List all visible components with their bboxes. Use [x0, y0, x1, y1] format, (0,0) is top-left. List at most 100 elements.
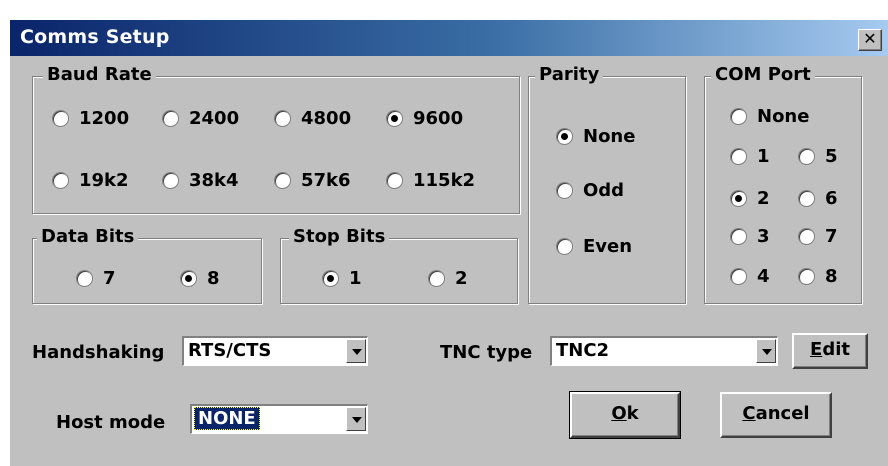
radio-icon — [556, 238, 573, 255]
radio-icon — [428, 270, 445, 287]
tnc-type-label: TNC type — [440, 342, 533, 363]
radio-label: None — [583, 126, 636, 147]
radio-label: 2400 — [189, 108, 240, 129]
baud-2400-radio[interactable]: 2400 — [162, 108, 239, 129]
baud-115k2-radio[interactable]: 115k2 — [386, 170, 475, 191]
radio-icon — [52, 110, 69, 127]
radio-icon — [386, 110, 403, 127]
com-6-radio[interactable]: 6 — [798, 188, 838, 209]
cancel-label: ancel — [755, 403, 810, 424]
window-title: Comms Setup — [20, 26, 170, 48]
radio-label: 19k2 — [79, 170, 129, 191]
chevron-down-icon[interactable] — [346, 339, 366, 363]
radio-label: 8 — [207, 268, 220, 289]
data-bits-group: Data Bits — [32, 226, 262, 304]
com-1-radio[interactable]: 1 — [730, 146, 770, 167]
data-bits-7-radio[interactable]: 7 — [76, 268, 116, 289]
radio-icon — [730, 108, 747, 125]
baud-1200-radio[interactable]: 1200 — [52, 108, 129, 129]
tnc-type-value: TNC2 — [556, 340, 610, 361]
com-8-radio[interactable]: 8 — [798, 266, 838, 287]
data-bits-8-radio[interactable]: 8 — [180, 268, 220, 289]
baud-9600-radio[interactable]: 9600 — [386, 108, 463, 129]
ok-accel: O — [611, 403, 627, 424]
radio-label: 38k4 — [189, 170, 239, 191]
radio-icon — [556, 182, 573, 199]
radio-icon — [730, 228, 747, 245]
radio-icon — [162, 110, 179, 127]
radio-icon — [798, 268, 815, 285]
radio-icon — [52, 172, 69, 189]
radio-label: 7 — [825, 226, 838, 247]
radio-label: 3 — [757, 226, 770, 247]
radio-label: Odd — [583, 180, 625, 201]
radio-label: 115k2 — [413, 170, 476, 191]
parity-odd-radio[interactable]: Odd — [556, 180, 624, 201]
com-port-label: COM Port — [711, 64, 815, 85]
radio-icon — [322, 270, 339, 287]
radio-icon — [798, 190, 815, 207]
handshaking-label: Handshaking — [32, 342, 165, 363]
com-4-radio[interactable]: 4 — [730, 266, 770, 287]
radio-label: None — [757, 106, 810, 127]
radio-label: 1 — [757, 146, 770, 167]
host-mode-select[interactable]: NONE — [190, 404, 368, 434]
data-bits-label: Data Bits — [37, 226, 139, 247]
host-mode-label: Host mode — [56, 412, 166, 433]
handshaking-select[interactable]: RTS/CTS — [182, 336, 368, 366]
baud-rate-group: Baud Rate — [32, 64, 520, 214]
stop-bits-label: Stop Bits — [289, 226, 390, 247]
radio-icon — [730, 148, 747, 165]
cancel-accel: C — [742, 403, 756, 424]
com-5-radio[interactable]: 5 — [798, 146, 838, 167]
radio-label: 1200 — [79, 108, 130, 129]
cancel-button[interactable]: Cancel — [720, 392, 832, 438]
radio-icon — [274, 110, 291, 127]
radio-icon — [386, 172, 403, 189]
radio-icon — [274, 172, 291, 189]
baud-19k2-radio[interactable]: 19k2 — [52, 170, 129, 191]
com-7-radio[interactable]: 7 — [798, 226, 838, 247]
baud-4800-radio[interactable]: 4800 — [274, 108, 351, 129]
radio-icon — [730, 268, 747, 285]
com-none-radio[interactable]: None — [730, 106, 809, 127]
com-3-radio[interactable]: 3 — [730, 226, 770, 247]
chevron-down-icon[interactable] — [346, 407, 366, 431]
radio-label: 7 — [103, 268, 116, 289]
radio-icon — [798, 148, 815, 165]
stop-bits-1-radio[interactable]: 1 — [322, 268, 362, 289]
radio-icon — [76, 270, 93, 287]
radio-label: 2 — [757, 188, 770, 209]
edit-button[interactable]: Edit — [792, 333, 868, 369]
radio-icon — [180, 270, 197, 287]
parity-label: Parity — [535, 64, 604, 85]
comms-setup-dialog: Comms Setup ✕ Baud Rate 1200 2400 4800 9… — [10, 20, 888, 466]
radio-label: 1 — [349, 268, 362, 289]
ok-button[interactable]: Ok — [569, 391, 681, 439]
com-2-radio[interactable]: 2 — [730, 188, 770, 209]
chevron-down-icon[interactable] — [756, 339, 776, 363]
radio-label: 9600 — [413, 108, 464, 129]
radio-icon — [556, 128, 573, 145]
title-bar: Comms Setup ✕ — [10, 20, 888, 56]
stop-bits-2-radio[interactable]: 2 — [428, 268, 468, 289]
baud-38k4-radio[interactable]: 38k4 — [162, 170, 239, 191]
radio-label: 4800 — [301, 108, 352, 129]
radio-label: 8 — [825, 266, 838, 287]
radio-icon — [730, 190, 747, 207]
edit-label: dit — [822, 339, 850, 360]
host-mode-value: NONE — [194, 407, 260, 430]
edit-accel: E — [810, 339, 823, 360]
ok-label: k — [626, 403, 639, 424]
tnc-type-select[interactable]: TNC2 — [550, 336, 778, 366]
radio-icon — [798, 228, 815, 245]
radio-label: 6 — [825, 188, 838, 209]
parity-even-radio[interactable]: Even — [556, 236, 632, 257]
close-button[interactable]: ✕ — [858, 29, 882, 51]
radio-label: 57k6 — [301, 170, 351, 191]
radio-label: 2 — [455, 268, 468, 289]
parity-none-radio[interactable]: None — [556, 126, 635, 147]
stop-bits-group: Stop Bits — [280, 226, 518, 304]
baud-57k6-radio[interactable]: 57k6 — [274, 170, 351, 191]
handshaking-value: RTS/CTS — [188, 340, 272, 361]
